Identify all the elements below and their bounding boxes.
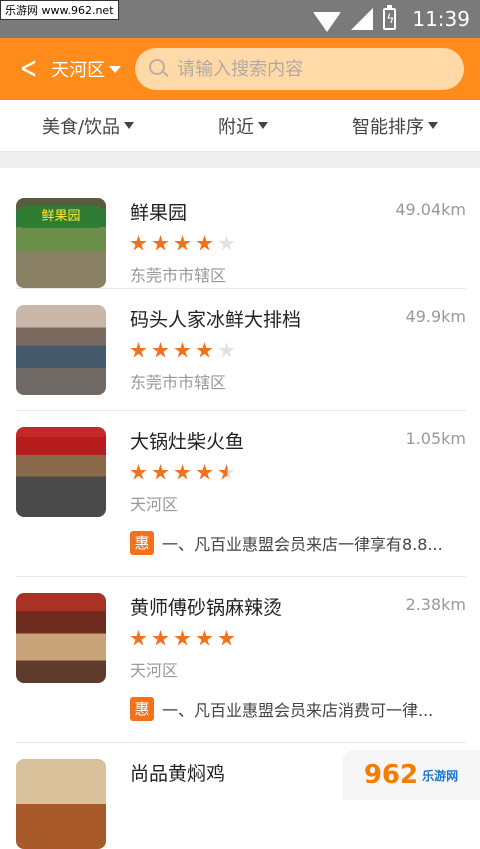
list-item[interactable]: 黄师傅砂锅麻辣烫 2.38km 天河区 惠 一、凡百业惠盟会员来店消费可一律..…	[16, 577, 466, 743]
filter-nearby[interactable]: 附近	[218, 113, 268, 139]
search-icon	[149, 59, 169, 79]
star-icon	[218, 630, 235, 647]
star-icon	[130, 235, 147, 252]
shop-area: 东莞市市辖区	[130, 262, 466, 286]
star-icon	[130, 464, 147, 481]
star-empty-icon	[218, 342, 235, 359]
filter-category[interactable]: 美食/饮品	[42, 113, 134, 139]
star-icon	[174, 342, 191, 359]
filter-bar: 美食/饮品 附近 智能排序	[0, 100, 480, 152]
shop-distance: 49.04km	[395, 200, 466, 219]
watermark-label: 乐游网 www.962.net	[0, 0, 119, 20]
rating-stars	[130, 464, 466, 481]
list-item[interactable]: 鲜果园 鲜果园 49.04km 东莞市市辖区	[16, 168, 466, 289]
district-label: 天河区	[51, 56, 105, 82]
wifi-icon	[313, 12, 341, 32]
filter-sort[interactable]: 智能排序	[352, 113, 438, 139]
site-watermark-logo: 962 乐游网	[342, 750, 480, 800]
shop-photo	[16, 305, 106, 395]
shop-distance: 2.38km	[406, 595, 466, 614]
star-half-icon	[218, 464, 235, 481]
filter-category-label: 美食/饮品	[42, 113, 120, 139]
search-input[interactable]	[177, 59, 427, 80]
star-icon	[196, 630, 213, 647]
star-icon	[174, 630, 191, 647]
shop-list: 鲜果园 鲜果园 49.04km 东莞市市辖区 码头人家冰鲜大排档 49.9km	[0, 168, 480, 803]
shop-distance: 49.9km	[406, 307, 466, 326]
logo-text: 962	[364, 760, 418, 790]
promo-text: 一、凡百业惠盟会员来店一律享有8.8...	[162, 531, 452, 555]
list-item[interactable]: 码头人家冰鲜大排档 49.9km 东莞市市辖区	[16, 289, 466, 411]
shop-sign: 鲜果园	[22, 206, 100, 228]
star-empty-icon	[218, 235, 235, 252]
top-bar: < 天河区	[0, 38, 480, 100]
search-box[interactable]	[135, 48, 464, 90]
star-icon	[152, 235, 169, 252]
star-icon	[196, 235, 213, 252]
shop-distance: 1.05km	[406, 429, 466, 448]
rating-stars	[130, 342, 466, 359]
section-divider	[0, 152, 480, 168]
shop-photo: 鲜果园	[16, 198, 106, 288]
caret-down-icon	[124, 122, 134, 129]
rating-stars	[130, 235, 466, 252]
list-item[interactable]: 大锅灶柴火鱼 1.05km 天河区 惠 一、凡百业惠盟会员来店一律享有8.8..…	[16, 411, 466, 577]
shop-area: 东莞市市辖区	[130, 369, 466, 393]
battery-icon: ϟ	[383, 8, 396, 30]
shop-area: 天河区	[130, 491, 466, 515]
district-selector[interactable]: 天河区	[51, 56, 121, 82]
discount-badge: 惠	[130, 531, 154, 555]
promo-text: 一、凡百业惠盟会员来店消费可一律...	[162, 697, 452, 721]
star-icon	[130, 342, 147, 359]
filter-sort-label: 智能排序	[352, 113, 424, 139]
star-icon	[152, 630, 169, 647]
star-icon	[196, 342, 213, 359]
status-bar: 乐游网 www.962.net ϟ 11:39	[0, 0, 480, 38]
shop-photo	[16, 427, 106, 517]
shop-photo	[16, 593, 106, 683]
star-icon	[174, 235, 191, 252]
chevron-left-icon[interactable]: <	[20, 38, 38, 100]
discount-badge: 惠	[130, 697, 154, 721]
caret-down-icon	[258, 122, 268, 129]
logo-sub: 乐游网	[422, 767, 458, 784]
shop-area: 天河区	[130, 657, 466, 681]
star-icon	[174, 464, 191, 481]
star-icon	[196, 464, 213, 481]
signal-icon	[351, 8, 373, 30]
promo-line: 惠 一、凡百业惠盟会员来店消费可一律...	[130, 697, 466, 721]
caret-down-icon	[109, 66, 121, 73]
shop-photo	[16, 759, 106, 849]
clock: 11:39	[412, 7, 470, 31]
caret-down-icon	[428, 122, 438, 129]
filter-nearby-label: 附近	[218, 113, 254, 139]
star-icon	[130, 630, 147, 647]
star-icon	[152, 342, 169, 359]
promo-line: 惠 一、凡百业惠盟会员来店一律享有8.8...	[130, 531, 466, 555]
star-icon	[152, 464, 169, 481]
rating-stars	[130, 630, 466, 647]
